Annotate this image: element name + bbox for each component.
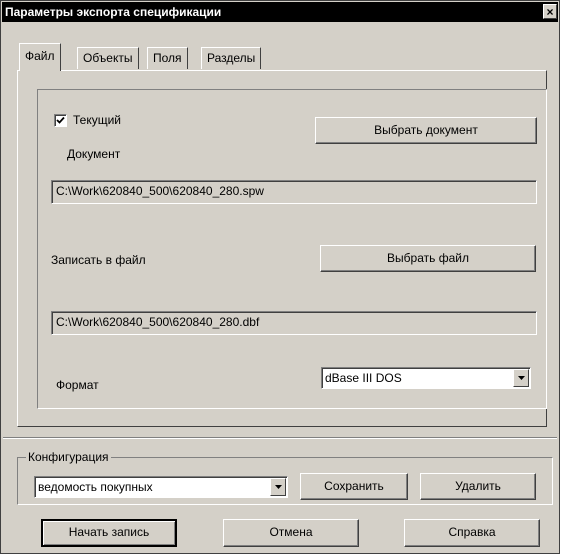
separator	[3, 437, 557, 439]
format-dropdown-button[interactable]	[513, 369, 529, 387]
tab-panel-file: Текущий Документ Выбрать документ C:\Wor…	[17, 70, 547, 427]
tab-sections[interactable]: Разделы	[201, 47, 262, 69]
title-bar[interactable]: Параметры экспорта спецификации ×	[2, 2, 558, 22]
configuration-select-value: ведомость покупных	[38, 480, 153, 494]
tab-objects-label: Объекты	[83, 51, 133, 65]
help-button[interactable]: Справка	[404, 519, 540, 547]
tab-objects[interactable]: Объекты	[77, 47, 139, 69]
configuration-select[interactable]: ведомость покупных	[34, 476, 288, 498]
configuration-legend: Конфигурация	[26, 450, 111, 464]
window-title: Параметры экспорта спецификации	[5, 5, 222, 19]
configuration-group: Конфигурация ведомость покупных Сохранит…	[17, 450, 553, 505]
write-to-file-label: Записать в файл	[51, 253, 146, 267]
chevron-down-icon	[518, 376, 525, 380]
close-button[interactable]: ×	[543, 4, 557, 19]
tab-file[interactable]: Файл	[19, 43, 61, 71]
select-file-button[interactable]: Выбрать файл	[320, 245, 536, 272]
current-checkbox[interactable]	[54, 114, 67, 127]
tab-fields[interactable]: Поля	[147, 47, 188, 69]
tab-file-label: Файл	[25, 49, 55, 63]
configuration-dropdown-button[interactable]	[270, 478, 286, 496]
format-label: Формат	[56, 378, 99, 392]
tab-fields-label: Поля	[153, 51, 182, 65]
export-dialog: Параметры экспорта спецификации × Файл О…	[0, 0, 560, 554]
start-export-button[interactable]: Начать запись	[41, 519, 177, 547]
document-label: Документ	[67, 147, 121, 161]
chevron-down-icon	[275, 485, 282, 489]
current-checkbox-label: Текущий	[73, 113, 121, 127]
select-document-button[interactable]: Выбрать документ	[315, 117, 537, 144]
file-path-field[interactable]: C:\Work\620840_500\620840_280.dbf	[51, 311, 537, 335]
format-select-value: dBase III DOS	[325, 371, 402, 385]
tab-sections-label: Разделы	[207, 51, 256, 65]
document-path-field[interactable]: C:\Work\620840_500\620840_280.spw	[51, 180, 537, 204]
checkmark-icon	[56, 116, 65, 124]
format-select[interactable]: dBase III DOS	[321, 367, 531, 389]
save-configuration-button[interactable]: Сохранить	[300, 473, 408, 500]
cancel-button[interactable]: Отмена	[223, 519, 359, 547]
delete-configuration-button[interactable]: Удалить	[420, 473, 536, 500]
